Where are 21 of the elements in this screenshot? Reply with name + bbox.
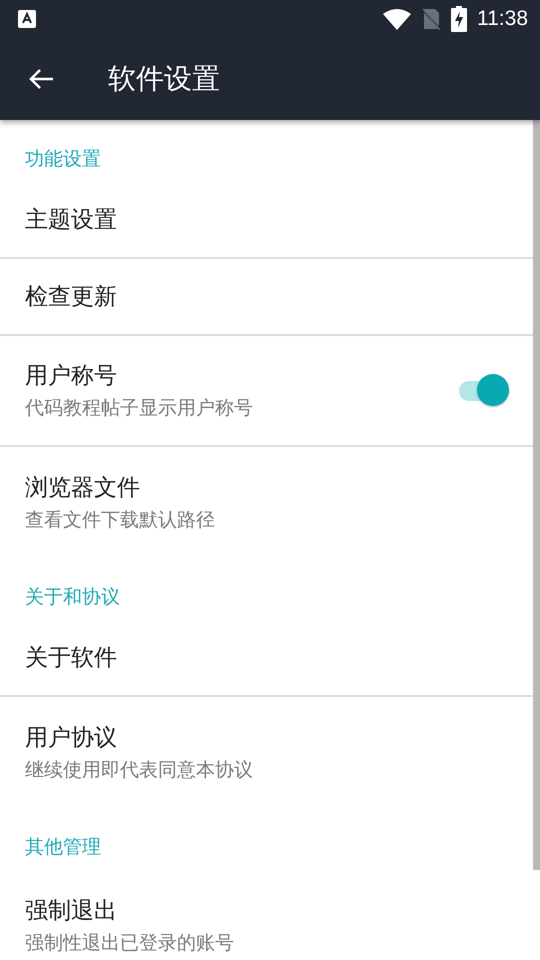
status-time: 11:38 xyxy=(477,7,528,31)
setting-title[interactable]: 强制退出 xyxy=(25,895,511,926)
section-header: 功能设置 xyxy=(25,148,101,170)
setting-title[interactable]: 主题设置 xyxy=(25,204,511,235)
setting-summary: 代码教程帖子显示用户称号 xyxy=(25,396,254,421)
setting-title[interactable]: 关于软件 xyxy=(25,642,511,673)
setting-title[interactable]: 用户协议 xyxy=(25,722,511,753)
section-header: 其他管理 xyxy=(25,836,101,858)
wifi-icon xyxy=(383,8,411,30)
setting-title[interactable]: 浏览器文件 xyxy=(25,472,511,503)
battery-charging-icon xyxy=(451,6,467,32)
back-arrow-icon[interactable] xyxy=(28,68,54,90)
no-sim-icon xyxy=(421,8,441,30)
section-header: 关于和协议 xyxy=(25,586,120,608)
setting-title[interactable]: 检查更新 xyxy=(25,281,511,312)
setting-title[interactable]: 用户称号 xyxy=(25,360,455,391)
setting-summary: 强制性退出已登录的账号 xyxy=(25,931,235,956)
setting-summary: 继续使用即代表同意本协议 xyxy=(25,758,254,783)
setting-summary: 查看文件下载默认路径 xyxy=(25,508,216,533)
notification-icon xyxy=(18,10,36,28)
toolbar-title: 软件设置 xyxy=(108,61,220,97)
